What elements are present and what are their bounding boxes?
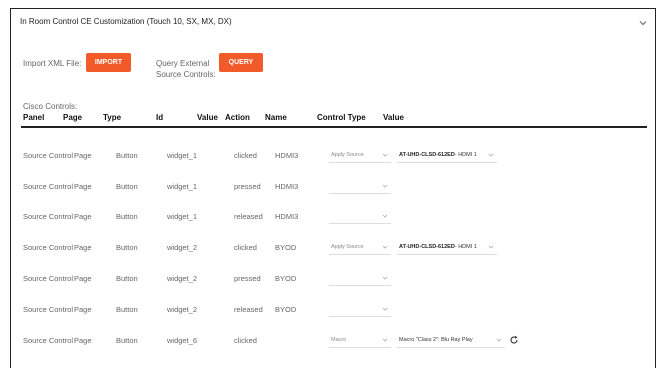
control-type-value: Apply Source	[331, 244, 364, 250]
panel-header[interactable]: In Room Control CE Customization (Touch …	[11, 9, 655, 39]
row-action: released	[234, 212, 263, 221]
column-header-panel: Panel	[23, 113, 45, 122]
row-type: Button	[116, 336, 138, 345]
table-row: Source Control Page Button widget_1 released…	[11, 210, 655, 224]
value-select[interactable]: Macro "Class 2": Blu Ray Play	[397, 334, 505, 348]
row-page: Page	[74, 305, 92, 314]
row-type: Button	[116, 182, 138, 191]
chevron-down-icon	[496, 338, 502, 342]
column-header-value-2: Value	[383, 113, 404, 122]
row-action: clicked	[234, 336, 257, 345]
row-action: clicked	[234, 243, 257, 252]
control-type-value: Macro	[331, 337, 347, 343]
column-header-page: Page	[63, 113, 83, 122]
control-type-select[interactable]: Apply Source	[329, 241, 391, 255]
row-name: HDMI3	[275, 182, 299, 191]
row-panel: Source Control	[23, 336, 74, 345]
row-id: widget_1	[167, 182, 198, 191]
chevron-down-icon[interactable]	[637, 17, 649, 29]
chevron-down-icon	[382, 338, 388, 342]
row-name: HDMI3	[275, 212, 299, 221]
panel-title: In Room Control CE Customization (Touch …	[20, 17, 232, 26]
row-action: released	[234, 305, 263, 314]
table-row: Source Control Page Button widget_1 clicked H…	[11, 149, 655, 163]
control-type-select[interactable]: Macro	[329, 334, 391, 348]
row-panel: Source Control	[23, 182, 74, 191]
row-type: Button	[116, 212, 138, 221]
control-type-select[interactable]: Apply Source	[329, 149, 391, 163]
table-row: Source Control Page Button widget_2 pressed B…	[11, 272, 655, 286]
table-row: Source Control Page Button widget_6 clicked M…	[11, 334, 655, 348]
row-page: Page	[74, 274, 92, 283]
row-type: Button	[116, 243, 138, 252]
customization-panel: In Room Control CE Customization (Touch …	[10, 8, 656, 368]
column-header-control-type: Control Type	[317, 113, 366, 122]
row-name: BYOD	[275, 274, 297, 283]
row-name: HDMI3	[275, 151, 299, 160]
row-id: widget_6	[167, 336, 198, 345]
query-label: Query External Source Controls:	[156, 59, 216, 79]
column-header-id: Id	[156, 113, 164, 122]
row-type: Button	[116, 274, 138, 283]
column-header-action: Action	[225, 113, 250, 122]
table-row: Source Control Page Button widget_2 clicked B…	[11, 241, 655, 255]
value-select-text: AT-UHD-CLSD-612ED- HDMI 1	[399, 152, 477, 158]
row-id: widget_2	[167, 243, 198, 252]
value-select-text: Macro "Class 2": Blu Ray Play	[399, 337, 473, 343]
chevron-down-icon	[488, 245, 494, 249]
table-row: Source Control Page Button widget_2 released…	[11, 303, 655, 317]
row-name: BYOD	[275, 305, 297, 314]
control-type-select[interactable]	[329, 303, 391, 317]
row-id: widget_2	[167, 305, 198, 314]
column-header-name: Name	[265, 113, 287, 122]
row-name: BYOD	[275, 243, 297, 252]
chevron-down-icon	[382, 184, 388, 188]
refresh-icon[interactable]	[509, 335, 519, 345]
row-id: widget_1	[167, 151, 198, 160]
row-action: clicked	[234, 151, 257, 160]
section-label: Cisco Controls:	[23, 102, 78, 111]
chevron-down-icon	[382, 245, 388, 249]
chevron-down-icon	[382, 214, 388, 218]
import-button[interactable]: IMPORT	[86, 53, 131, 72]
row-type: Button	[116, 305, 138, 314]
column-header-value: Value	[197, 113, 218, 122]
row-type: Button	[116, 151, 138, 160]
chevron-down-icon	[382, 153, 388, 157]
row-page: Page	[74, 212, 92, 221]
value-select[interactable]: AT-UHD-CLSD-612ED- HDMI 1	[397, 241, 497, 255]
control-type-select[interactable]	[329, 210, 391, 224]
row-panel: Source Control	[23, 274, 74, 283]
row-id: widget_1	[167, 212, 198, 221]
value-select[interactable]: AT-UHD-CLSD-612ED- HDMI 1	[397, 149, 497, 163]
row-action: pressed	[234, 274, 261, 283]
row-page: Page	[74, 182, 92, 191]
value-select-text: AT-UHD-CLSD-612ED- HDMI 1	[399, 244, 477, 250]
row-panel: Source Control	[23, 243, 74, 252]
chevron-down-icon	[382, 276, 388, 280]
row-page: Page	[74, 151, 92, 160]
header-divider	[21, 126, 647, 128]
control-type-select[interactable]	[329, 180, 391, 194]
control-type-value: Apply Source	[331, 152, 364, 158]
chevron-down-icon	[488, 153, 494, 157]
query-button[interactable]: QUERY	[219, 53, 263, 72]
row-id: widget_2	[167, 274, 198, 283]
control-type-select[interactable]	[329, 272, 391, 286]
row-page: Page	[74, 336, 92, 345]
column-header-type: Type	[103, 113, 122, 122]
chevron-down-icon	[382, 307, 388, 311]
row-panel: Source Control	[23, 305, 74, 314]
row-panel: Source Control	[23, 212, 74, 221]
import-label: Import XML File:	[23, 59, 82, 68]
row-page: Page	[74, 243, 92, 252]
table-row: Source Control Page Button widget_1 pressed H…	[11, 180, 655, 194]
row-action: pressed	[234, 182, 261, 191]
row-panel: Source Control	[23, 151, 74, 160]
